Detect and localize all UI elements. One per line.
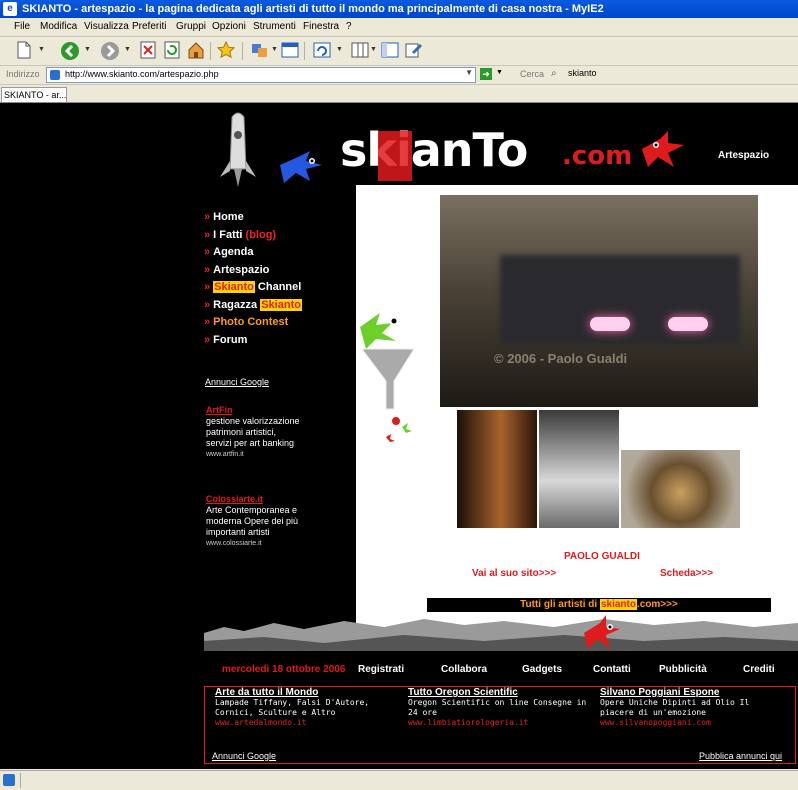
undo-close-icon[interactable] [312,41,332,61]
drip-stroke [402,187,406,327]
menu-finestra[interactable]: Finestra [303,21,339,32]
tab-bar: SKIANTO - ar... [0,85,798,103]
publish-ads-link[interactable]: Pubblica annunci qui [699,751,782,761]
undo-dropdown-icon[interactable]: ▼ [336,46,343,53]
search-value: skianto [568,68,597,78]
footer-gadgets[interactable]: Gadgets [522,664,562,675]
ad-colossiarte-title[interactable]: Colossiarte.it [206,494,263,504]
menu-bar: File Modifica Visualizza Preferiti Grupp… [0,18,798,37]
nav-artespazio[interactable]: » Artespazio [204,264,269,276]
title-bar: e SKIANTO - artespazio - la pagina dedic… [0,0,798,18]
footer-pubblicita[interactable]: Pubblicità [659,664,707,675]
ad-artfin-url[interactable]: www.artfin.it [206,451,244,458]
back-icon[interactable] [60,41,80,61]
app-icon: e [3,2,17,16]
photo-credit: © 2006 - Paolo Gualdi [494,351,628,366]
window-icon[interactable] [280,41,300,61]
search-input[interactable]: ⌕ skianto [548,67,794,81]
nav-agenda[interactable]: » Agenda [204,246,253,258]
forward-dropdown-icon[interactable]: ▼ [124,46,131,53]
nav-ragazza-skianto[interactable]: » Ragazza Skianto [204,299,302,311]
status-bar [0,770,798,790]
address-dropdown-icon[interactable]: ▼ [465,68,473,77]
refresh-icon[interactable] [162,41,182,61]
page-icon [50,70,60,80]
status-page-icon [3,774,15,786]
site-logo-com: .com [562,141,633,171]
nav-home[interactable]: » Home [204,211,244,223]
columns-icon[interactable] [350,41,370,61]
address-input[interactable]: http://www.skianto.com/artespazio.php ▼ [46,67,476,83]
go-arrow-icon[interactable]: ➜ [480,68,492,80]
groups-dropdown-icon[interactable]: ▼ [271,46,278,53]
footer-registrati[interactable]: Registrati [358,664,404,675]
menu-gruppi[interactable]: Gruppi [176,21,206,32]
groups-icon[interactable] [250,41,270,61]
new-dropdown-icon[interactable]: ▼ [38,46,45,53]
artist-scheda-link[interactable]: Scheda>>> [660,568,713,579]
window-title: SKIANTO - artespazio - la pagina dedicat… [22,3,604,15]
blue-bird-icon [280,151,322,183]
footer-date: mercoledì 18 ottobre 2006 [222,664,346,675]
address-url: http://www.skianto.com/artespazio.php [65,69,219,79]
artist-site-link[interactable]: Vai al suo sito>>> [472,568,556,579]
menu-help[interactable]: ? [346,21,352,32]
drip-stroke [394,187,399,287]
go-dropdown-icon[interactable]: ▼ [496,69,503,76]
featured-photo[interactable]: © 2006 - Paolo Gualdi [440,195,758,407]
drip-stroke [410,187,413,277]
nav-ifatti[interactable]: » I Fatti (blog) [204,229,276,241]
nav-skianto-channel[interactable]: » Skianto Channel [204,281,301,293]
page-content: skianTo .com Artespazio » Home » I Fatti (… [0,103,798,769]
all-artists-link[interactable]: Tutti gli artisti di skianto.com>>> [427,598,771,612]
bottom-google-ads-link[interactable]: Annunci Google [212,751,276,761]
thumb-walkers[interactable] [539,410,619,528]
thumb-insect[interactable] [621,450,740,528]
tab-skianto[interactable]: SKIANTO - ar... [1,87,67,102]
footer-collabora[interactable]: Collabora [441,664,487,675]
rocket-icon [220,112,256,187]
thumb-portrait[interactable] [457,410,537,528]
bottom-ad-1[interactable]: Arte da tutto il Mondo Lampade Tiffany, … [215,688,401,728]
footer-contatti[interactable]: Contatti [593,664,631,675]
edit-icon[interactable] [404,41,424,61]
search-label: Cerca [520,69,545,79]
bottom-ad-2[interactable]: Tutto Oregon Scientific Oregon Scientifi… [408,688,594,728]
menu-opzioni[interactable]: Opzioni [212,21,246,32]
menu-modifica[interactable]: Modifica [40,21,77,32]
back-dropdown-icon[interactable]: ▼ [84,46,91,53]
bottom-ad-3[interactable]: Silvano Poggiani Espone Opere Uniche Dip… [600,688,786,728]
menu-visualizza[interactable]: Visualizza [84,21,129,32]
grunge-divider [204,619,798,651]
panel-icon[interactable] [380,41,400,61]
artist-name: PAOLO GUALDI [564,551,640,562]
columns-dropdown-icon[interactable]: ▼ [370,46,377,53]
logo-red-block [378,131,412,181]
home-icon[interactable] [186,41,206,61]
ad-colossiarte-url[interactable]: www.colossiarte.it [206,540,262,547]
favorites-star-icon[interactable] [216,40,236,61]
ad-colossiarte-desc: Arte Contemporanea e moderna Opere dei pi… [206,505,299,537]
address-bar: Indirizzo http://www.skianto.com/artespa… [0,66,798,85]
search-icon: ⌕ [551,68,557,79]
menu-file[interactable]: File [14,21,30,32]
google-ads-link[interactable]: Annunci Google [205,377,269,387]
funnel-illustration [360,313,415,442]
site-logo[interactable]: skianTo [340,123,528,177]
footer-red-bird-icon [584,615,620,649]
forward-icon[interactable] [100,41,120,61]
toolbar: ▼ ▼ ▼ ▼ ▼ ▼ [0,37,798,66]
new-page-icon[interactable] [14,41,34,61]
menu-strumenti[interactable]: Strumenti [253,21,296,32]
nav-forum[interactable]: » Forum [204,334,247,346]
menu-preferiti[interactable]: Preferiti [132,21,166,32]
ad-artfin-desc: gestione valorizzazione patrimoni artisti… [206,416,300,448]
nav-photo-contest[interactable]: » Photo Contest [204,316,288,328]
ad-artfin-title[interactable]: ArtFin [206,405,233,415]
red-bird-icon [642,131,684,167]
stop-icon[interactable] [138,41,158,61]
footer-crediti[interactable]: Crediti [743,664,775,675]
address-label: Indirizzo [6,69,40,79]
section-title: Artespazio [718,150,770,161]
